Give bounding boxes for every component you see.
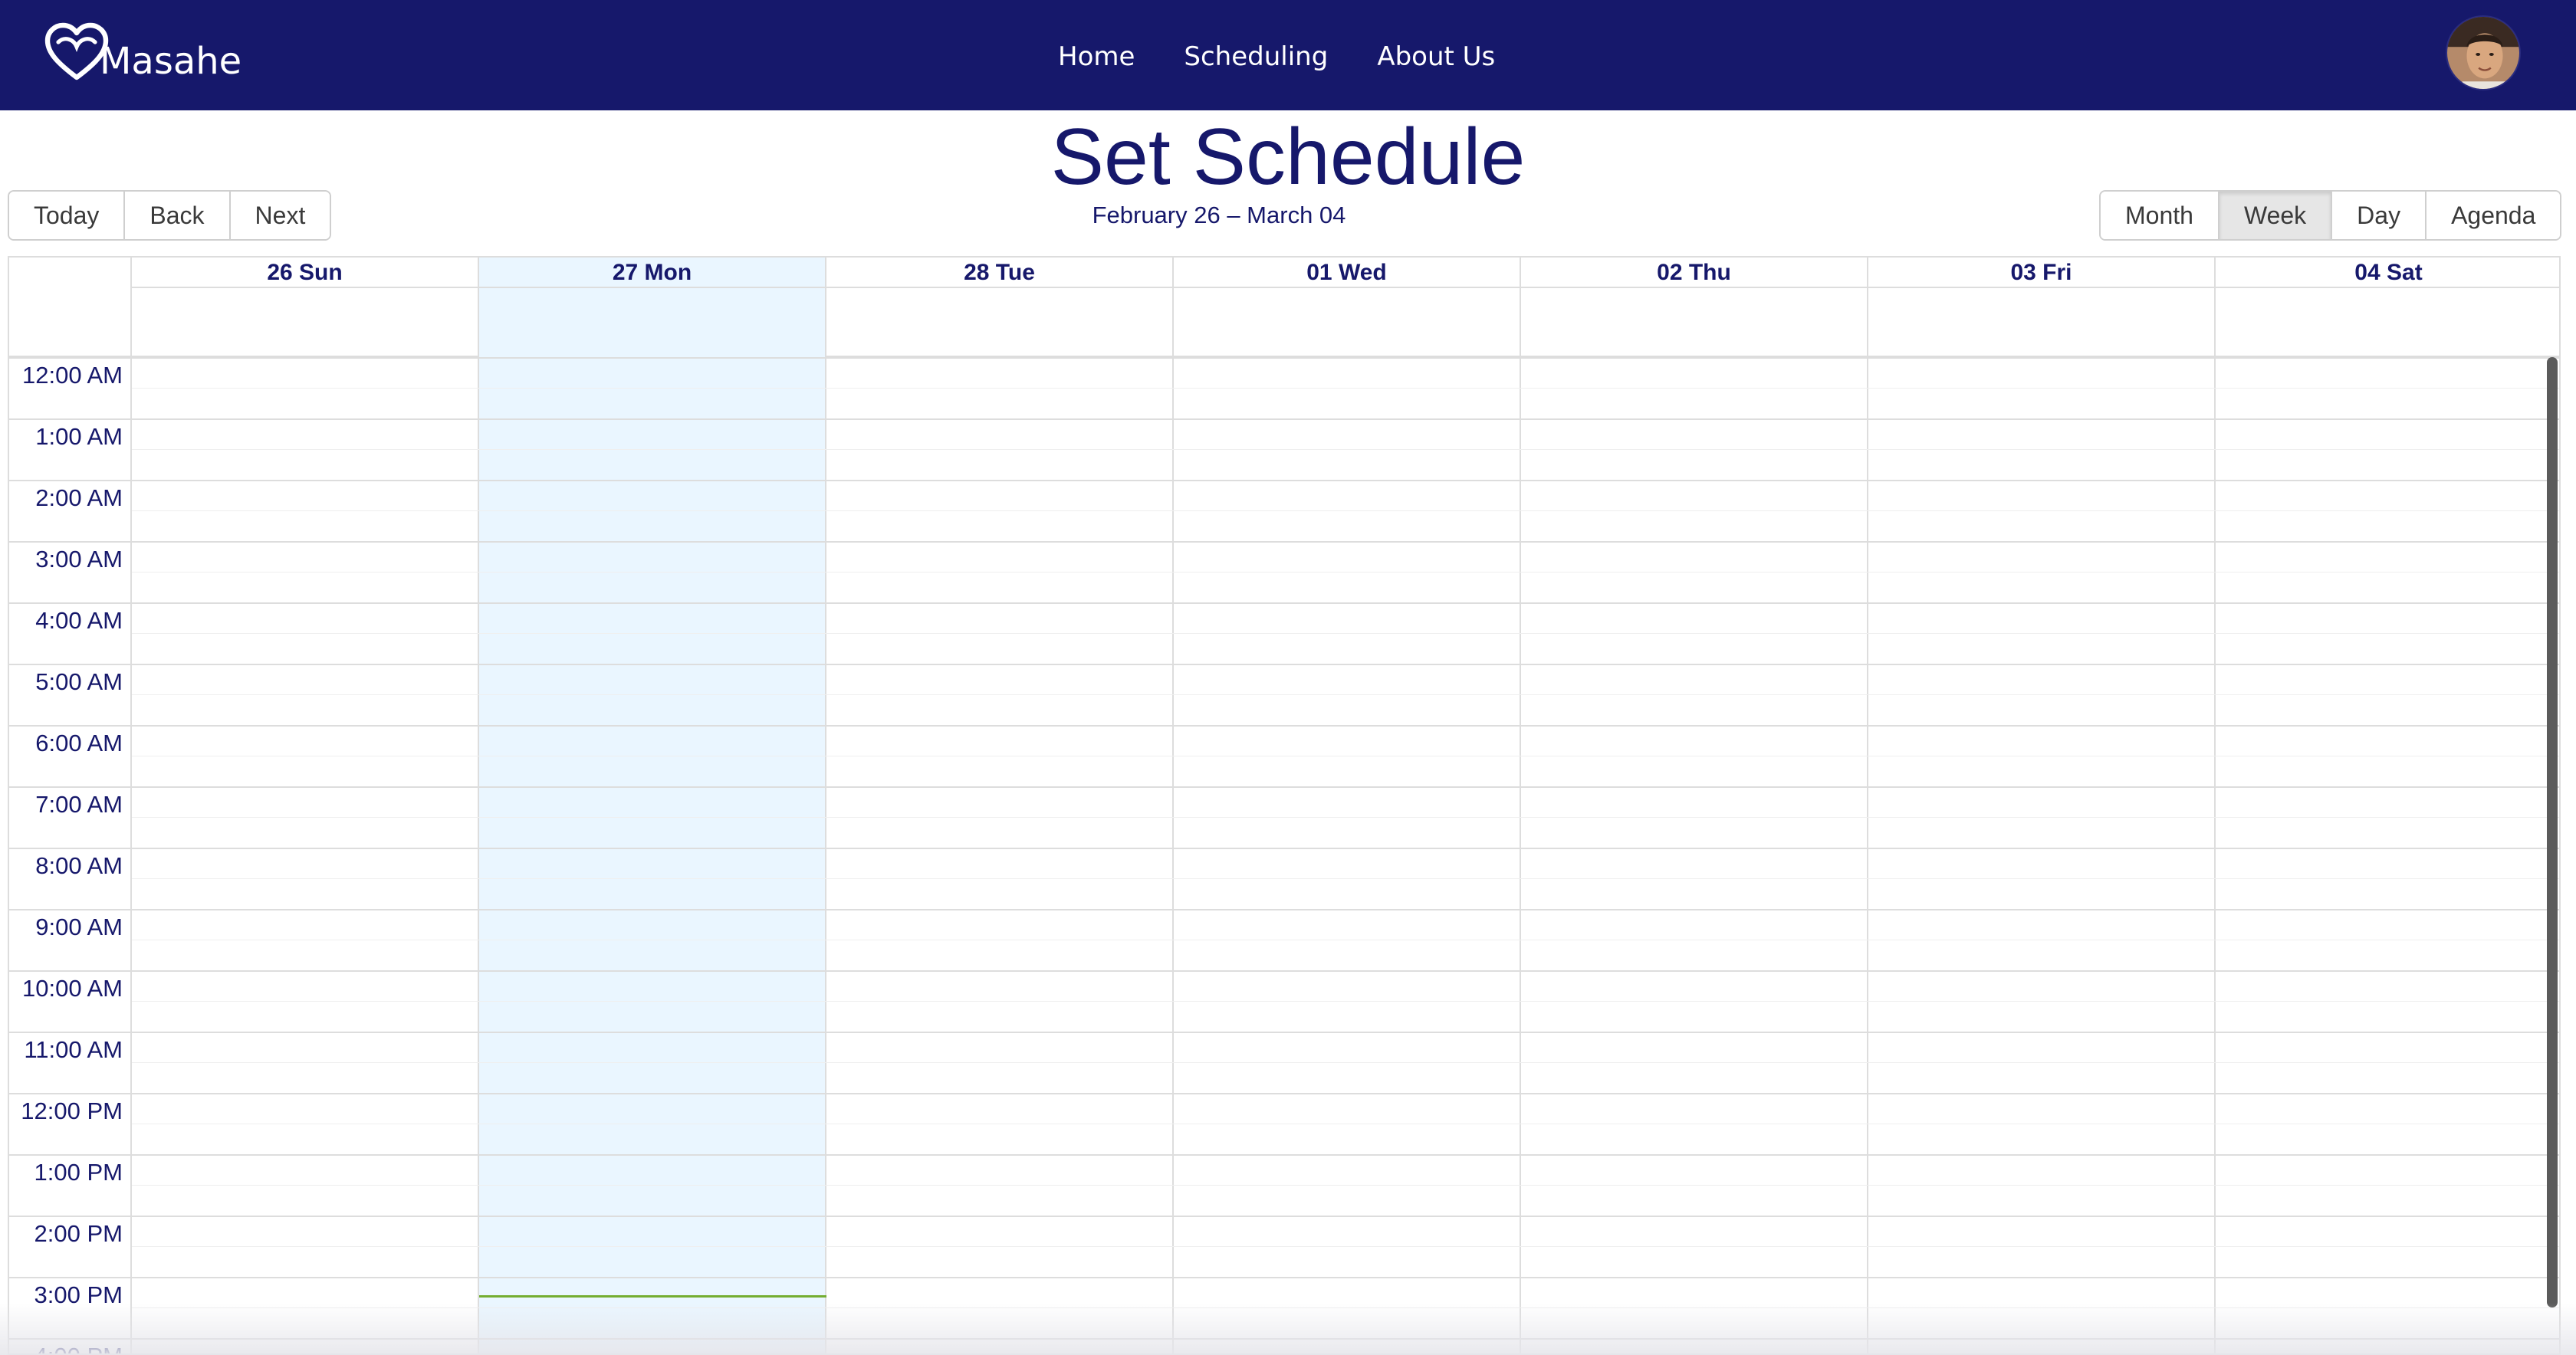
week-calendar: 26 Sun 27 Mon 28 Tue 01 Wed 02 Thu 03 Fri 04 S… bbox=[8, 256, 2561, 1355]
half-hour-grid-line bbox=[132, 388, 2559, 389]
day-header-label[interactable]: 26 Sun bbox=[132, 258, 478, 288]
all-day-cell[interactable] bbox=[2216, 288, 2559, 356]
half-hour-grid-line bbox=[132, 572, 2559, 573]
time-gutter: 12:00 AM 1:00 AM 2:00 AM 3:00 AM 4:00 AM 5:00… bbox=[9, 357, 132, 1353]
hour-grid-line bbox=[9, 1154, 2559, 1156]
user-avatar-icon bbox=[2447, 17, 2519, 89]
view-week-button[interactable]: Week bbox=[2219, 192, 2333, 239]
calendar-header-row: 26 Sun 27 Mon 28 Tue 01 Wed 02 Thu 03 Fri 04 S… bbox=[9, 258, 2559, 357]
day-header-label[interactable]: 02 Thu bbox=[1521, 258, 1867, 288]
time-slot-label: 4:00 AM bbox=[35, 607, 123, 634]
day-header-label[interactable]: 27 Mon bbox=[479, 258, 825, 288]
logo-text: Masahe bbox=[100, 40, 242, 83]
half-hour-grid-line bbox=[132, 1246, 2559, 1247]
time-slot-label: 2:00 PM bbox=[34, 1220, 123, 1247]
time-slot-label: 8:00 AM bbox=[35, 852, 123, 879]
hour-grid-line bbox=[9, 848, 2559, 849]
half-hour-grid-line bbox=[132, 1001, 2559, 1002]
hour-grid-line bbox=[9, 664, 2559, 665]
time-slot-label: 11:00 AM bbox=[24, 1036, 123, 1063]
day-column-4[interactable] bbox=[1521, 357, 1868, 1353]
day-column-5[interactable] bbox=[1868, 357, 2216, 1353]
time-slot-label: 1:00 AM bbox=[35, 423, 123, 450]
day-header-label[interactable]: 28 Tue bbox=[826, 258, 1172, 288]
day-header-4: 02 Thu bbox=[1521, 258, 1868, 357]
top-navbar: Masahe Home Scheduling About Us bbox=[0, 0, 2576, 110]
bottom-fade-overlay bbox=[0, 1303, 2576, 1355]
hour-grid-line bbox=[9, 725, 2559, 727]
hour-grid-line bbox=[9, 1216, 2559, 1217]
time-slot-label: 6:00 AM bbox=[35, 730, 123, 756]
all-day-cell[interactable] bbox=[1521, 288, 1867, 356]
hour-grid-line bbox=[9, 357, 2559, 359]
half-hour-grid-line bbox=[132, 1185, 2559, 1186]
hour-grid-line bbox=[9, 786, 2559, 788]
nav-about-us-link[interactable]: About Us bbox=[1377, 41, 1495, 72]
day-header-5: 03 Fri bbox=[1868, 258, 2216, 357]
main-nav: Home Scheduling About Us bbox=[1058, 34, 1495, 80]
view-day-button[interactable]: Day bbox=[2332, 192, 2427, 239]
time-grid[interactable]: 12:00 AM 1:00 AM 2:00 AM 3:00 AM 4:00 AM 5:00… bbox=[9, 357, 2559, 1353]
all-day-cell[interactable] bbox=[1174, 288, 1520, 356]
hour-grid-line bbox=[9, 1093, 2559, 1094]
time-slot-label: 5:00 AM bbox=[35, 668, 123, 695]
all-day-cell[interactable] bbox=[132, 288, 478, 356]
day-header-label[interactable]: 04 Sat bbox=[2216, 258, 2559, 288]
back-button[interactable]: Back bbox=[125, 192, 231, 239]
day-column-0[interactable] bbox=[132, 357, 479, 1353]
today-button[interactable]: Today bbox=[9, 192, 126, 239]
day-header-label[interactable]: 03 Fri bbox=[1868, 258, 2214, 288]
all-day-cell[interactable] bbox=[479, 288, 825, 356]
nav-home-link[interactable]: Home bbox=[1058, 41, 1135, 72]
half-hour-grid-line bbox=[132, 817, 2559, 818]
nav-scheduling-link[interactable]: Scheduling bbox=[1184, 41, 1328, 72]
half-hour-grid-line bbox=[132, 694, 2559, 695]
day-header-2: 28 Tue bbox=[826, 258, 1174, 357]
time-slot-label: 2:00 AM bbox=[35, 484, 123, 511]
user-avatar[interactable] bbox=[2446, 15, 2521, 90]
hour-grid-line bbox=[9, 480, 2559, 481]
current-time-indicator bbox=[479, 1295, 826, 1298]
hour-grid-line bbox=[9, 418, 2559, 420]
half-hour-grid-line bbox=[132, 878, 2559, 879]
half-hour-grid-line bbox=[132, 633, 2559, 634]
time-slot-label: 3:00 AM bbox=[35, 546, 123, 573]
hour-grid-line bbox=[9, 909, 2559, 910]
next-button[interactable]: Next bbox=[230, 192, 330, 239]
logo[interactable]: Masahe bbox=[43, 18, 242, 87]
time-slot-label: 1:00 PM bbox=[34, 1159, 123, 1186]
day-header-1: 27 Mon bbox=[479, 258, 826, 357]
time-slot-label: 12:00 AM bbox=[22, 362, 123, 389]
day-header-label[interactable]: 01 Wed bbox=[1174, 258, 1520, 288]
calendar-view-buttons: Month Week Day Agenda bbox=[2099, 190, 2562, 241]
hour-grid-line bbox=[9, 1277, 2559, 1278]
time-slot-label: 9:00 AM bbox=[35, 914, 123, 940]
hour-grid-line bbox=[9, 541, 2559, 543]
day-header-0: 26 Sun bbox=[132, 258, 479, 357]
half-hour-grid-line bbox=[132, 449, 2559, 450]
date-range-label: February 26 – March 04 bbox=[1092, 202, 1346, 228]
calendar-nav-buttons: Today Back Next bbox=[8, 190, 332, 241]
hour-grid-line bbox=[9, 970, 2559, 972]
time-gutter-header bbox=[9, 258, 132, 357]
day-column-6[interactable] bbox=[2216, 357, 2559, 1353]
all-day-cell[interactable] bbox=[826, 288, 1172, 356]
day-header-6: 04 Sat bbox=[2216, 258, 2559, 357]
all-day-cell[interactable] bbox=[1868, 288, 2214, 356]
day-column-3[interactable] bbox=[1174, 357, 1521, 1353]
view-agenda-button[interactable]: Agenda bbox=[2426, 192, 2561, 239]
day-column-2[interactable] bbox=[826, 357, 1174, 1353]
half-hour-grid-line bbox=[132, 510, 2559, 511]
half-hour-grid-line bbox=[132, 1062, 2559, 1063]
time-slot-label: 10:00 AM bbox=[22, 975, 123, 1002]
time-slot-label: 12:00 PM bbox=[21, 1097, 123, 1124]
day-column-1[interactable] bbox=[479, 357, 826, 1353]
vertical-scrollbar[interactable] bbox=[2547, 357, 2558, 1307]
hour-grid-line bbox=[9, 1032, 2559, 1033]
day-header-3: 01 Wed bbox=[1174, 258, 1521, 357]
view-month-button[interactable]: Month bbox=[2101, 192, 2220, 239]
time-slot-label: 7:00 AM bbox=[35, 791, 123, 818]
hour-grid-line bbox=[9, 602, 2559, 604]
